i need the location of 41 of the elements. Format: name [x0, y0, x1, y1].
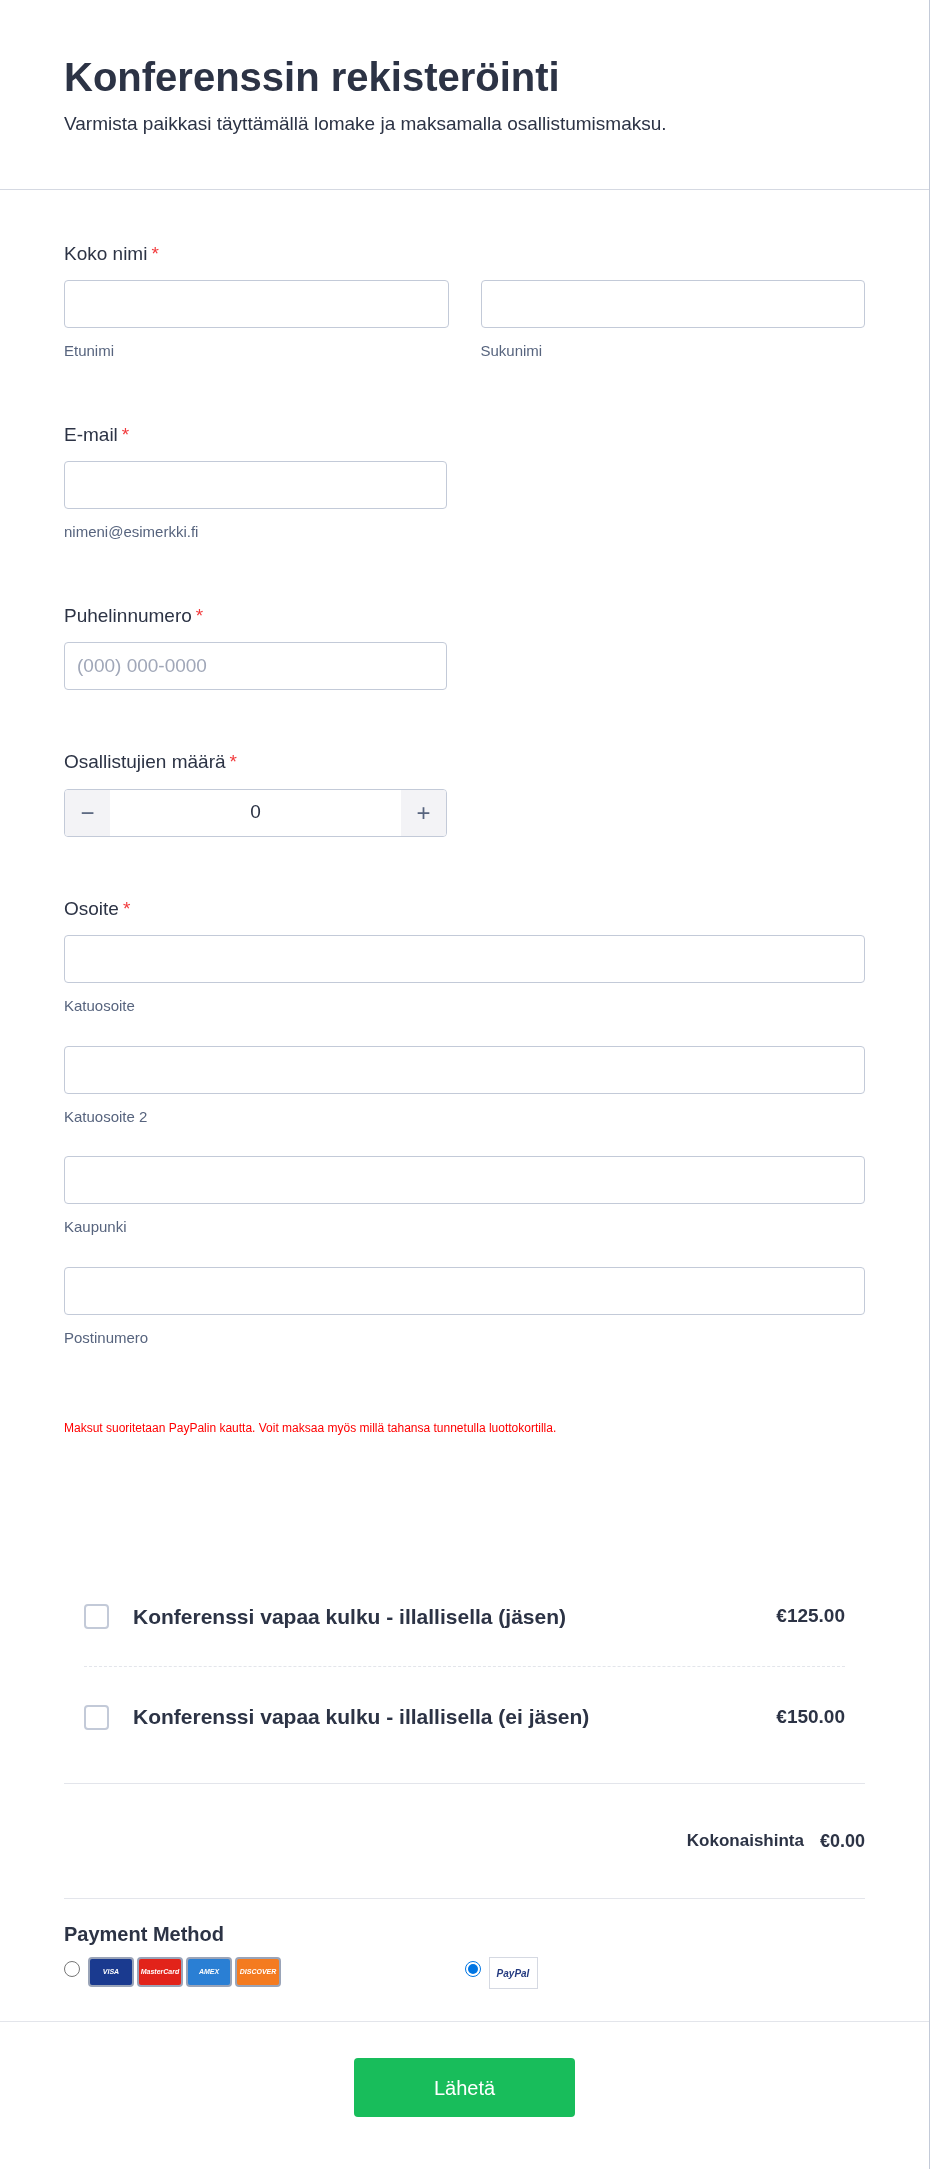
field-hint: Sukunimi — [480, 341, 544, 361]
paypal-logo: PayPal — [488, 1957, 538, 1989]
checkbox[interactable] — [84, 1704, 109, 1730]
field-label: Osallistujien määrä — [64, 750, 226, 774]
input-field[interactable] — [64, 280, 449, 328]
product-price: €125.00 — [776, 1604, 845, 1629]
input-field[interactable]: (000) 000-0000 — [64, 642, 447, 690]
input-field[interactable] — [480, 280, 865, 328]
input-field[interactable] — [64, 461, 447, 509]
field-label: Koko nimi — [64, 241, 148, 266]
input-field[interactable] — [64, 1045, 865, 1094]
product-name: Konferenssi vapaa kulku - illallisella (ei jäsen) — [133, 1704, 591, 1731]
product-name: Konferenssi vapaa kulku - illallisella (jäsen) — [133, 1603, 567, 1630]
stepper-value[interactable]: 0 — [110, 789, 401, 836]
increment-button[interactable]: + — [401, 789, 446, 836]
field-hint: Kaupunki — [64, 1217, 128, 1237]
checkbox[interactable] — [84, 1604, 109, 1629]
payment-note: Maksut suoritetaan PayPalin kautta. Voit maksaa myös millä tahansa tunnetulla luottokortilla. — [63, 1420, 558, 1437]
input-field[interactable] — [64, 1266, 865, 1315]
payment-title: Payment Method — [64, 1922, 226, 1947]
field-hint: Katuosoite 2 — [64, 1106, 149, 1127]
total-label: Kokonaishinta — [686, 1830, 804, 1853]
required-mark: * — [151, 241, 159, 266]
required-mark: * — [195, 603, 204, 628]
field-hint: Etunimi — [64, 341, 116, 361]
total-value: €0.00 — [819, 1829, 865, 1853]
required-mark: * — [121, 422, 130, 447]
form-subtitle: Varmista paikkasi täyttämällä lomake ja maksamalla osallistumismaksu. — [64, 112, 668, 136]
field-label: Osoite — [64, 896, 119, 921]
field-hint: nimeni@esimerkki.fi — [64, 522, 200, 542]
form-title: Konferenssin rekisteröinti — [64, 54, 561, 101]
required-mark: * — [122, 896, 131, 921]
input-field[interactable] — [64, 1156, 865, 1204]
required-mark: * — [229, 750, 237, 774]
field-label: E-mail — [64, 422, 118, 447]
field-hint: Katuosoite — [64, 996, 136, 1016]
field-hint: Postinumero — [64, 1327, 150, 1348]
input-field[interactable] — [64, 935, 865, 983]
product-price: €150.00 — [776, 1704, 845, 1729]
field-label: Puhelinnumero — [64, 603, 192, 628]
decrement-button[interactable]: − — [65, 789, 110, 836]
